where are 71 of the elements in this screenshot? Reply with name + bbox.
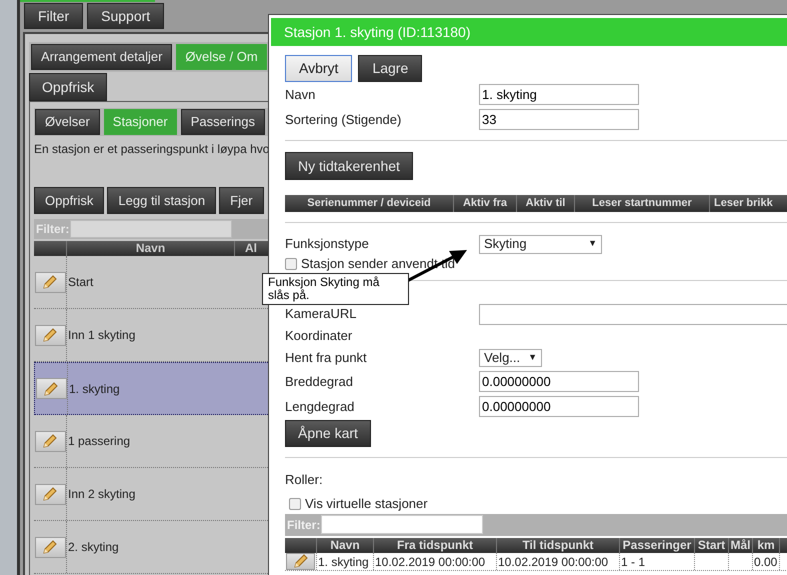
table-cell: 1. skyting [318,554,369,568]
text-field[interactable]: 0.00000000 [479,396,639,417]
field-label: Navn [285,86,316,104]
section-label: Roller: [285,471,324,489]
field-label: Sortering (Stigende) [285,110,402,129]
field-label: Lengdegrad [285,398,356,416]
tab[interactable]: Arrangement detaljer [31,44,172,70]
table-cell: 0.00 [754,554,778,568]
table-cell-text: Start [67,274,94,291]
column-header: Navn [317,538,374,552]
tab[interactable]: Øvelser [35,109,100,135]
filter-label: Filter: [36,221,70,238]
column-header: Start [695,538,729,552]
function-select[interactable]: Skyting ▼ [479,234,602,254]
edit-button[interactable] [286,552,315,570]
filter-field[interactable] [321,515,484,534]
pencil-icon [41,273,59,291]
table-cell-text: 1 passering [67,433,130,450]
table-cell: 1 - 1 [621,554,646,568]
pencil-icon [41,485,59,503]
field-label: Breddegrad [285,372,354,391]
column-header: Al [244,241,257,256]
dialog-button[interactable]: Avbryt [285,55,352,82]
column-header: Passeringer [620,538,695,552]
field-label: KameraURL [285,305,358,324]
text-field[interactable]: 0.00000000 [479,371,639,392]
column-header: Leser startnummer [575,195,710,212]
dialog-button[interactable]: Lagre [358,55,422,82]
column-header: Aktiv til [517,195,575,212]
text-field[interactable]: 33 [479,109,639,130]
column-header: km [753,538,780,552]
filter-label: Filter: [287,516,320,534]
table-cell-text: Inn 1 skyting [67,327,136,344]
point-select[interactable]: Velg... ▼ [479,349,542,367]
checkbox-label: Vis virtuelle stasjoner [305,494,428,513]
field-label: Funksjonstype [285,235,370,254]
toolbar-button[interactable]: Fjer [219,187,264,214]
pencil-icon [42,380,60,398]
table-cell: 10.02.2019 00:00:00 [498,554,608,568]
hint-tooltip: Funksjon Skyting må slås på. [262,273,409,305]
dialog-title: Stasjon 1. skyting (ID:113180) [271,18,787,46]
tab[interactable]: Passerings [180,109,266,135]
refresh-tab[interactable]: Oppfrisk [29,73,108,101]
table-cell: 10.02.2019 00:00:00 [375,554,486,568]
column-header: Fra tidspunkt [374,538,497,552]
text-field[interactable]: 1. skyting [479,84,639,105]
pencil-icon [41,432,59,450]
text-field[interactable] [478,304,787,324]
column-header: Leser brikk [710,195,787,212]
column-header: Navn [67,241,235,256]
column-header: Mål [729,538,753,552]
column-header: Serienummer / deviceid [285,195,454,212]
table-cell-text: 2. skyting [67,539,119,556]
top-button[interactable]: Filter [24,3,84,29]
table-cell-text: 1. skyting [68,380,120,398]
checkbox[interactable] [289,498,301,510]
new-device-button[interactable]: Ny tidtakerenhet [285,152,413,180]
pencil-icon [41,538,59,556]
table-cell-text: Inn 2 skyting [67,486,136,503]
checkbox[interactable] [285,258,297,270]
field-label: Hent fra punkt [285,349,368,368]
top-button[interactable]: Support [87,3,164,29]
pencil-icon [292,552,310,570]
filter-field[interactable] [70,220,232,238]
toolbar-button[interactable]: Oppfrisk [34,187,104,214]
section-label: Koordinater [285,327,354,345]
column-header: Aktiv fra [454,195,517,212]
column-header: Til tidspunkt [497,538,620,552]
toolbar-button[interactable]: Legg til stasjon [107,187,216,214]
open-map-button[interactable]: Åpne kart [285,420,371,447]
pencil-icon [41,326,59,344]
